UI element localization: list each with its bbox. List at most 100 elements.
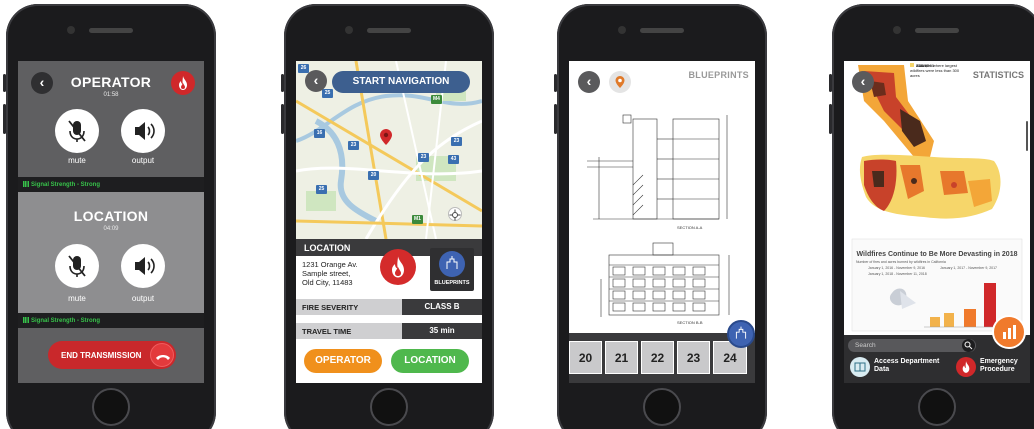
volume-button (3, 74, 6, 92)
phone-call-screen: ‹ OPERATOR 01:58 mute output Signal Stre… (3, 4, 216, 429)
blueprint-thumb[interactable]: 21 (605, 341, 638, 374)
search-input[interactable]: Search (848, 339, 976, 352)
map-route-badge: 25 (322, 89, 333, 98)
blueprints-label: BLUEPRINTS (434, 280, 470, 286)
end-transmission-button[interactable]: END TRANSMISSION (48, 341, 176, 369)
front-camera (618, 26, 626, 34)
chart-title: Wildfires Continue to Be More Devasting … (856, 251, 1018, 258)
volume-button (281, 74, 284, 92)
bar-chart-icon[interactable] (992, 315, 1026, 349)
operator-call-panel: ‹ OPERATOR 01:58 mute output (18, 61, 204, 177)
home-button[interactable] (918, 388, 956, 426)
location-button[interactable]: LOCATION (391, 349, 469, 373)
start-navigation-button[interactable]: START NAVIGATION (332, 71, 470, 93)
scrollbar[interactable] (1026, 121, 1028, 151)
operator-button[interactable]: OPERATOR (304, 349, 382, 373)
signal-icon (23, 181, 29, 187)
search-icon[interactable] (962, 339, 975, 352)
location-title: LOCATION (73, 208, 149, 224)
location-pin-icon[interactable] (609, 71, 631, 93)
mute-button[interactable] (55, 109, 99, 153)
fire-severity-value: CLASS B (402, 299, 482, 315)
blueprint-thumb[interactable]: 23 (677, 341, 710, 374)
fire-icon[interactable] (380, 249, 416, 285)
navigation-screen: 26 25 M4 16 23 23 23 43 20 25 M1 ‹ START… (296, 61, 482, 383)
database-icon[interactable] (850, 357, 870, 377)
end-transmission-label: END TRANSMISSION (61, 351, 142, 360)
speaker-icon (135, 122, 155, 140)
blueprint-icon[interactable] (727, 320, 755, 348)
output-button[interactable] (121, 109, 165, 153)
mute-mic-icon (68, 255, 86, 277)
fire-icon[interactable] (171, 71, 195, 95)
fire-icon[interactable] (956, 357, 976, 377)
signal-strength-bar: Signal Strength - Strong (18, 177, 204, 192)
emergency-procedure-link[interactable]: Emergency Procedure (980, 358, 1028, 374)
legend-item: Counties where largest wildfires were le… (910, 63, 968, 78)
fire-severity-row: FIRE SEVERITY CLASS B (296, 299, 482, 315)
chart-legend-item: January 1, 2017 - November 9, 2017 (940, 266, 998, 270)
home-button[interactable] (92, 388, 130, 426)
phone-navigation-screen: 26 25 M4 16 23 23 23 43 20 25 M1 ‹ START… (281, 4, 494, 429)
legend-swatch (910, 63, 914, 67)
map-view[interactable]: 26 25 M4 16 23 23 23 43 20 25 M1 ‹ START… (296, 61, 482, 239)
blueprints-button[interactable]: BLUEPRINTS (430, 248, 474, 291)
location-pin-icon (380, 129, 392, 150)
blueprint-thumb[interactable]: 22 (641, 341, 674, 374)
chart-legend-item: January 1, 2018 - November 11, 2018 (868, 272, 927, 276)
map-route-badge: 23 (451, 137, 462, 146)
section-a-label: SECTION A-A (677, 225, 703, 230)
output-label: output (131, 294, 155, 303)
earpiece-speaker (915, 28, 959, 33)
map-route-badge: M4 (431, 95, 442, 104)
home-button[interactable] (643, 388, 681, 426)
front-camera (345, 26, 353, 34)
chart-subtitle: Number of fires and acres burned by wild… (856, 260, 946, 264)
output-button[interactable] (121, 244, 165, 288)
blueprint-page-strip: 20 21 22 23 24 (569, 333, 755, 383)
signal-strength-bar: Signal Strength - Strong (18, 313, 204, 328)
address: 1231 Orange Av. Sample street, Old City,… (302, 260, 378, 287)
location-call-panel: LOCATION 04:09 mute output (18, 192, 204, 313)
map-route-badge: M1 (412, 215, 423, 224)
volume-button (554, 74, 557, 92)
volume-button (281, 104, 284, 134)
map-route-badge: 20 (368, 171, 379, 180)
mute-label: mute (68, 294, 86, 303)
earpiece-speaker (89, 28, 133, 33)
section-b-label: SECTION B-B (677, 320, 703, 325)
volume-button (829, 104, 832, 134)
back-icon[interactable]: ‹ (578, 71, 600, 93)
mute-button[interactable] (55, 244, 99, 288)
address-line: 1231 Orange Av. (302, 260, 358, 269)
volume-button (829, 74, 832, 92)
access-department-data-link[interactable]: Access Department Data (874, 358, 944, 374)
mute-mic-icon (68, 120, 86, 142)
blueprint-thumb[interactable]: 20 (569, 341, 602, 374)
travel-time-label: TRAVEL TIME (302, 327, 352, 336)
signal-icon (23, 317, 29, 323)
speaker-icon (135, 257, 155, 275)
home-button[interactable] (370, 388, 408, 426)
earpiece-speaker (367, 28, 411, 33)
map-route-badge: 23 (418, 153, 429, 162)
wildfire-maps[interactable] (844, 61, 1030, 335)
signal-strength-text: Signal Strength - Strong (31, 182, 100, 188)
earpiece-speaker (640, 28, 684, 33)
blueprints-title: BLUEPRINTS (688, 70, 749, 80)
front-camera (67, 26, 75, 34)
mute-label: mute (68, 156, 86, 165)
map-route-badge: 43 (448, 155, 459, 164)
recenter-icon[interactable] (448, 207, 462, 221)
map-route-badge: 25 (316, 185, 327, 194)
blueprint-icon (439, 251, 465, 277)
statistics-title: STATISTICS (972, 70, 1024, 80)
location-call-time: 04:09 (103, 226, 119, 232)
back-icon[interactable]: ‹ (305, 70, 327, 92)
signal-strength-text: Signal Strength - Strong (31, 318, 100, 324)
volume-button (554, 104, 557, 134)
statistics-screen: 101-1,000 21-100 1-20 Counties where lar… (844, 61, 1030, 383)
blueprint-drawing[interactable] (573, 95, 753, 331)
phone-hangup-icon (150, 343, 174, 367)
back-icon[interactable]: ‹ (852, 71, 874, 93)
